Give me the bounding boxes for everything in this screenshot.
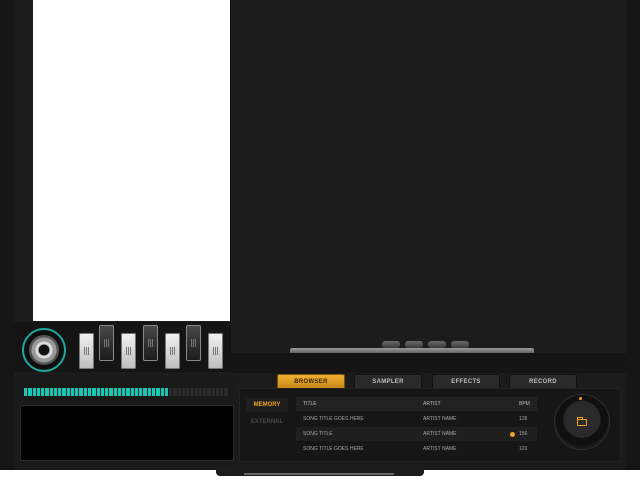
knob-indicator (579, 397, 582, 400)
level-segment (53, 388, 58, 396)
row-artist: ARTIST NAME (423, 416, 457, 422)
level-segment (147, 388, 151, 396)
dj-app-shell: BROWSER SAMPLER EFFECTS RECORD MEMORY EX… (0, 0, 640, 480)
level-segment (156, 388, 160, 396)
level-segment (224, 388, 228, 396)
tab-browser[interactable]: BROWSER (277, 374, 345, 389)
row-artist: ARTIST NAME (423, 431, 457, 437)
table-row[interactable]: SONG TITLE GOES HERE ARTIST NAME 128 (296, 412, 537, 426)
tab-sampler[interactable]: SAMPLER (354, 374, 422, 389)
level-segment (164, 388, 169, 396)
level-segment (203, 388, 207, 396)
row-bpm: 156 (519, 431, 528, 437)
level-segment (105, 388, 109, 396)
column-bpm[interactable]: BPM (519, 401, 530, 407)
level-segment (190, 388, 194, 396)
row-title: SONG TITLE GOES HERE (303, 416, 364, 422)
fader-6[interactable] (186, 325, 201, 361)
level-segment (45, 388, 49, 396)
level-segment (36, 388, 41, 396)
level-segment (75, 388, 79, 396)
browse-knob[interactable] (554, 394, 610, 450)
fader-2[interactable] (99, 325, 114, 361)
level-segment (117, 388, 122, 396)
level-segment (87, 388, 92, 396)
jog-wheel[interactable] (22, 328, 66, 372)
row-title: SONG TITLE GOES HERE (303, 446, 364, 452)
storage-nav: MEMORY EXTERNAL (246, 395, 288, 457)
row-artist: ARTIST NAME (423, 446, 457, 452)
deck-display-panel (33, 0, 230, 321)
level-segment (113, 388, 117, 396)
level-segment (130, 388, 134, 396)
level-segment (122, 388, 126, 396)
level-segment (215, 388, 220, 396)
grille-button-1[interactable] (382, 341, 400, 348)
level-segment (92, 388, 96, 396)
level-segment (173, 388, 177, 396)
level-segment (41, 388, 45, 396)
level-segment (139, 388, 143, 396)
level-segment (28, 388, 32, 396)
row-bpm: 128 (519, 416, 528, 422)
track-list: TITLE ARTIST BPM SONG TITLE GOES HERE AR… (296, 397, 537, 457)
level-segment (66, 388, 70, 396)
fader-5[interactable] (165, 333, 180, 369)
level-segment (109, 388, 113, 396)
level-segment (186, 388, 190, 396)
level-segment (70, 388, 75, 396)
fader-3[interactable] (121, 333, 136, 369)
level-meter (24, 388, 228, 396)
fader-7[interactable] (208, 333, 223, 369)
main-screen (230, 0, 627, 353)
level-segment (169, 388, 173, 396)
nav-memory[interactable]: MEMORY (246, 398, 288, 412)
level-segment (220, 388, 224, 396)
table-row[interactable]: SONG TITLE GOES HERE ARTIST NAME 123 (296, 442, 537, 456)
level-segment (181, 388, 186, 396)
left-rail (0, 0, 14, 470)
lcd-display (20, 405, 234, 461)
level-segment (207, 388, 211, 396)
row-bpm: 123 (519, 446, 528, 452)
screen-base (230, 353, 626, 373)
fader-1[interactable] (79, 333, 94, 369)
list-header: TITLE ARTIST BPM (296, 397, 537, 411)
jog-wheel-icon (29, 335, 59, 365)
level-segment (62, 388, 66, 396)
folder-icon (577, 416, 587, 426)
level-segment (198, 388, 203, 396)
level-segment (49, 388, 53, 396)
grille-button-3[interactable] (428, 341, 446, 348)
tab-record[interactable]: RECORD (509, 374, 577, 389)
level-segment (126, 388, 130, 396)
level-segment (79, 388, 83, 396)
column-artist[interactable]: ARTIST (423, 401, 441, 407)
level-segment (143, 388, 147, 396)
level-segment (100, 388, 105, 396)
grille-button-2[interactable] (405, 341, 423, 348)
grille-button-4[interactable] (451, 341, 469, 348)
level-segment (58, 388, 62, 396)
level-segment (32, 388, 36, 396)
nav-external[interactable]: EXTERNAL (246, 415, 288, 429)
table-row[interactable]: SONG TITLE ARTIST NAME 156 (296, 427, 537, 441)
level-segment (194, 388, 198, 396)
level-segment (177, 388, 181, 396)
level-segment (211, 388, 215, 396)
level-segment (96, 388, 100, 396)
column-title[interactable]: TITLE (303, 401, 317, 407)
tab-effects[interactable]: EFFECTS (432, 374, 500, 389)
level-segment (151, 388, 156, 396)
fader-4[interactable] (143, 325, 158, 361)
level-segment (83, 388, 87, 396)
now-playing-indicator (510, 431, 515, 437)
footer-line (244, 473, 394, 475)
level-segment (160, 388, 164, 396)
level-segment (24, 388, 28, 396)
row-title: SONG TITLE (303, 431, 333, 437)
level-segment (134, 388, 139, 396)
right-rail (626, 0, 640, 470)
